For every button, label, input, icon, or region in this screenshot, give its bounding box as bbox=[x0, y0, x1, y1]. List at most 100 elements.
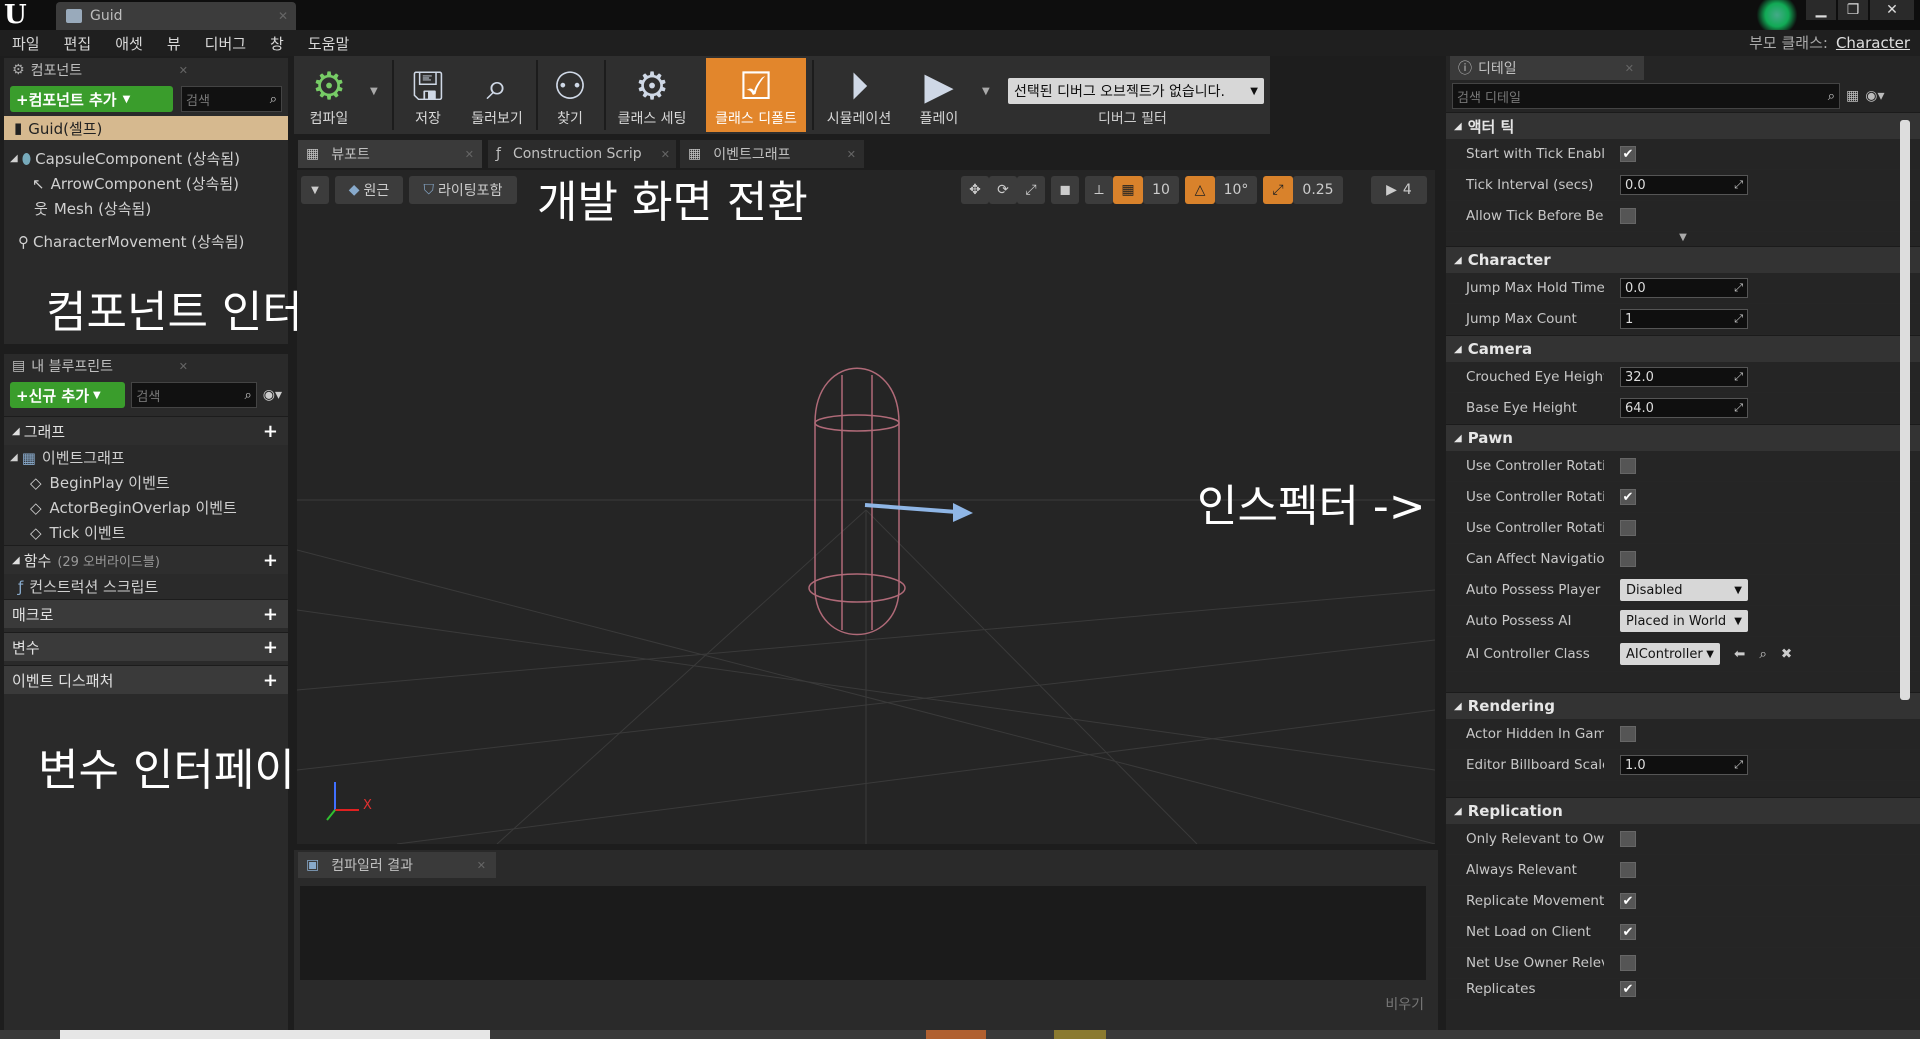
simulation-button[interactable]: ⏵ 시뮬레이션 bbox=[818, 58, 900, 132]
use-selected-icon[interactable]: ⬅ bbox=[1734, 646, 1745, 662]
event-item[interactable]: ◇ Tick 이벤트 bbox=[4, 520, 288, 545]
component-arrow[interactable]: ↖ ArrowComponent (상속됨) bbox=[4, 171, 288, 196]
translate-tool[interactable]: ✥ bbox=[961, 176, 989, 204]
debug-object-select[interactable]: 선택된 디버그 오브젝트가 없습니다. ▼ bbox=[1008, 78, 1264, 104]
components-tab[interactable]: ⚙ 컴포넌트 ✕ bbox=[4, 58, 288, 82]
save-button[interactable]: 🖫 저장 bbox=[398, 58, 458, 132]
close-tab-icon[interactable]: ✕ bbox=[661, 148, 670, 161]
document-tab[interactable]: Guid ✕ bbox=[56, 2, 296, 30]
camera-speed-button[interactable]: ▶ 4 bbox=[1371, 176, 1427, 204]
checkbox[interactable]: ✔ bbox=[1620, 893, 1636, 909]
billboard-scale-field[interactable]: 1.0 ⤢ bbox=[1620, 755, 1748, 775]
component-self[interactable]: ▮ Guid(셀프) bbox=[4, 116, 288, 140]
menu-edit[interactable]: 편집 bbox=[52, 33, 104, 54]
menu-window[interactable]: 창 bbox=[258, 33, 296, 54]
tab-construction-script[interactable]: ƒ Construction Scrip ✕ bbox=[488, 140, 676, 168]
checkbox[interactable] bbox=[1620, 831, 1636, 847]
menu-file[interactable]: 파일 bbox=[0, 33, 52, 54]
base-eye-field[interactable]: 64.0 ⤢ bbox=[1620, 398, 1748, 418]
add-macro-icon[interactable]: + bbox=[263, 604, 278, 625]
components-search-input[interactable]: 검색 ⌕ bbox=[181, 86, 282, 112]
checkbox[interactable]: ✔ bbox=[1620, 924, 1636, 940]
macros-section[interactable]: 매크로 + bbox=[4, 599, 288, 628]
coordinate-space-button[interactable]: ◼ bbox=[1051, 176, 1079, 204]
blueprint-search-input[interactable]: 검색 ⌕ bbox=[131, 382, 257, 408]
add-dispatcher-icon[interactable]: + bbox=[263, 670, 278, 691]
functions-section[interactable]: ◢ 함수 (29 오버라이드블) + bbox=[4, 545, 288, 574]
collapse-arrow-icon[interactable]: ◢ bbox=[10, 153, 18, 164]
component-mesh[interactable]: 웃 Mesh (상속됨) bbox=[4, 196, 288, 221]
play-button[interactable]: ▶ 플레이 bbox=[906, 58, 972, 132]
checkbox[interactable] bbox=[1620, 726, 1636, 742]
category-tick[interactable]: ◢ 액터 틱 bbox=[1446, 112, 1920, 139]
taskbar-item[interactable] bbox=[926, 1030, 986, 1039]
category-replication[interactable]: ◢ Replication bbox=[1446, 797, 1920, 824]
clear-button[interactable]: 비우기 bbox=[1385, 994, 1424, 1014]
category-character[interactable]: ◢ Character bbox=[1446, 246, 1920, 273]
checkbox[interactable]: ✔ bbox=[1620, 981, 1636, 997]
event-item[interactable]: ◇ ActorBeginOverlap 이벤트 bbox=[4, 495, 288, 520]
restore-button[interactable]: ❐ bbox=[1838, 0, 1868, 20]
compiler-log[interactable] bbox=[300, 886, 1426, 980]
my-blueprint-tab[interactable]: ▤ 내 블루프린트 ✕ bbox=[4, 354, 288, 378]
menu-debug[interactable]: 디버그 bbox=[193, 33, 258, 54]
checkbox[interactable] bbox=[1620, 955, 1636, 971]
checkbox[interactable] bbox=[1620, 551, 1636, 567]
jump-count-field[interactable]: 1 ⤢ bbox=[1620, 309, 1748, 329]
scale-snap-toggle[interactable]: ⤢ bbox=[1263, 176, 1293, 204]
menu-asset[interactable]: 애셋 bbox=[103, 33, 155, 54]
viewport[interactable]: ▼ ◆ 원근 ⛉ 라이팅포함 개발 화면 전환 ✥ ⟳ ⤢ ◼ ⟂ ▦ 10 △ 1… bbox=[297, 170, 1435, 844]
close-tab-icon[interactable]: ✕ bbox=[465, 148, 474, 161]
scale-snap-value[interactable]: 0.25 bbox=[1293, 176, 1343, 204]
grid-snap-value[interactable]: 10 bbox=[1143, 176, 1179, 204]
viewport-options-button[interactable]: ▼ bbox=[301, 176, 329, 204]
lit-mode-button[interactable]: ⛉ 라이팅포함 bbox=[409, 176, 517, 204]
rotation-snap-value[interactable]: 10° bbox=[1215, 176, 1257, 204]
auto-possess-player-select[interactable]: Disabled ▼ bbox=[1620, 579, 1748, 601]
component-capsule[interactable]: ◢ ⬮ CapsuleComponent (상속됨) bbox=[4, 146, 288, 171]
browse-button[interactable]: ⌕ 둘러보기 bbox=[462, 58, 532, 132]
event-item[interactable]: ◇ BeginPlay 이벤트 bbox=[4, 470, 288, 495]
scale-tool[interactable]: ⤢ bbox=[1017, 176, 1045, 204]
eye-icon[interactable]: ◉▾ bbox=[263, 387, 282, 403]
tab-event-graph[interactable]: ▦ 이벤트그래프 ✕ bbox=[680, 140, 864, 168]
details-search-input[interactable]: 검색 디테일 ⌕ bbox=[1452, 83, 1840, 109]
class-defaults-button[interactable]: ☑ 클래스 디폴트 bbox=[706, 58, 806, 132]
allow-tick-checkbox[interactable] bbox=[1620, 208, 1636, 224]
category-pawn[interactable]: ◢ Pawn bbox=[1446, 424, 1920, 451]
close-window-button[interactable]: ✕ bbox=[1870, 0, 1914, 20]
add-new-button[interactable]: +신규 추가 ▼ bbox=[10, 382, 126, 408]
tick-interval-field[interactable]: 0.0 ⤢ bbox=[1620, 175, 1748, 195]
taskbar-item[interactable] bbox=[1054, 1030, 1106, 1039]
add-function-icon[interactable]: + bbox=[263, 550, 278, 571]
variables-section[interactable]: 변수 + bbox=[4, 632, 288, 661]
surface-snap-button[interactable]: ⟂ bbox=[1085, 176, 1113, 204]
grid-view-icon[interactable]: ▦ bbox=[1846, 88, 1859, 104]
class-settings-button[interactable]: ⚙ 클래스 세팅 bbox=[608, 58, 696, 132]
menu-view[interactable]: 뷰 bbox=[155, 33, 193, 54]
close-tab-icon[interactable]: ✕ bbox=[278, 9, 288, 23]
unreal-logo-icon[interactable]: U bbox=[4, 2, 34, 28]
checkbox[interactable] bbox=[1620, 458, 1636, 474]
compile-options-icon[interactable]: ▼ bbox=[370, 86, 378, 97]
checkbox[interactable] bbox=[1620, 520, 1636, 536]
parent-class-link[interactable]: Character bbox=[1836, 34, 1910, 52]
expand-advanced-icon[interactable]: ▼ bbox=[1446, 232, 1920, 246]
menu-help[interactable]: 도움말 bbox=[296, 33, 361, 54]
clear-icon[interactable]: ✖ bbox=[1781, 646, 1792, 662]
rotate-tool[interactable]: ⟳ bbox=[989, 176, 1017, 204]
play-options-icon[interactable]: ▼ bbox=[982, 86, 990, 97]
close-tab-icon[interactable]: ✕ bbox=[847, 148, 856, 161]
component-character-movement[interactable]: ⚲ CharacterMovement (상속됨) bbox=[4, 229, 288, 254]
details-tab[interactable]: ⓘ 디테일 ✕ bbox=[1450, 56, 1644, 80]
find-button[interactable]: ⚇ 찾기 bbox=[540, 58, 600, 132]
eye-icon[interactable]: ◉▾ bbox=[1865, 88, 1884, 104]
close-tab-icon[interactable]: ✕ bbox=[179, 360, 188, 373]
close-tab-icon[interactable]: ✕ bbox=[477, 859, 486, 872]
add-component-button[interactable]: +컴포넌트 추가 ▼ bbox=[10, 86, 174, 112]
rotation-snap-toggle[interactable]: △ bbox=[1185, 176, 1215, 204]
tab-viewport[interactable]: ▦ 뷰포트 ✕ bbox=[298, 140, 482, 168]
minimize-button[interactable]: ▁ bbox=[1806, 0, 1836, 20]
event-graph-item[interactable]: ◢ ▦ 이벤트그래프 bbox=[4, 445, 288, 470]
browse-icon[interactable]: ⌕ bbox=[1759, 646, 1767, 662]
